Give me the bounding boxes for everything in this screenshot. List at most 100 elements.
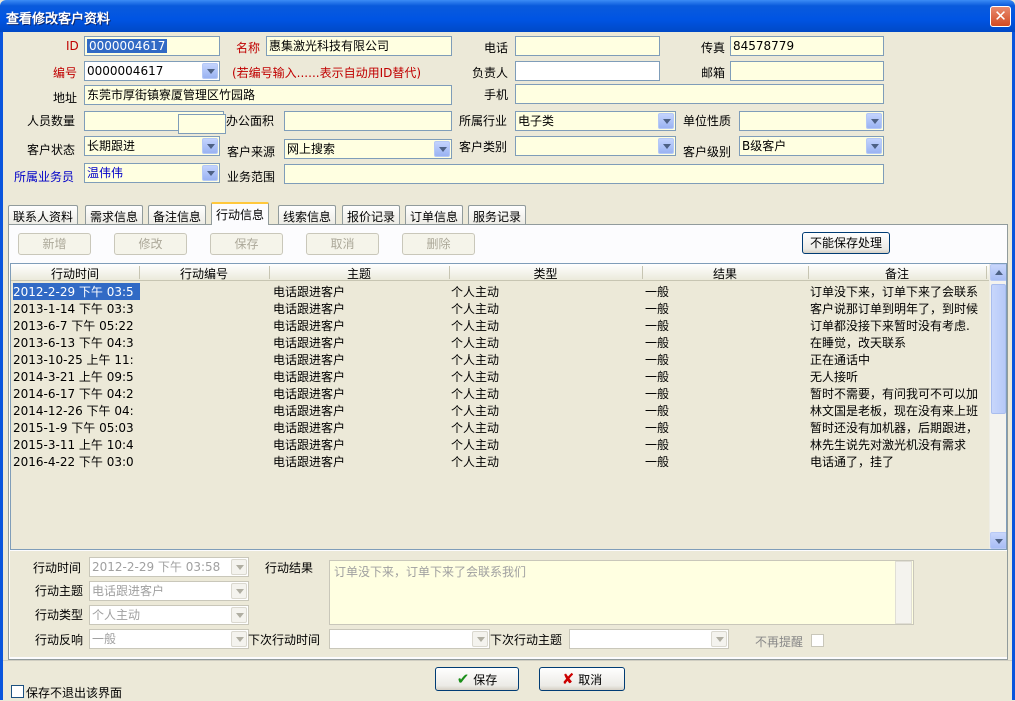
owner-field[interactable] (515, 61, 660, 81)
unit-type-select[interactable] (739, 111, 884, 131)
table-row[interactable]: 2012-2-29 下午 03:5 电话跟进客户 个人主动 一般 订单没下来，订单下来了… (11, 282, 989, 300)
email-label: 邮箱 (701, 66, 726, 80)
table-cell: 2013-6-13 下午 04:3 (13, 336, 134, 350)
chevron-down-icon[interactable] (231, 559, 247, 575)
id-field[interactable]: 0000004617 (84, 36, 220, 56)
customer-status-select[interactable]: 长期跟进 (84, 136, 220, 156)
action-table[interactable]: 行动时间 行动编号 主题 类型 结果 备注 2012-2-29 下午 03:5 电… (10, 263, 1007, 550)
chevron-down-icon[interactable] (202, 165, 218, 181)
col-topic[interactable]: 主题 (269, 265, 449, 282)
chevron-down-icon[interactable] (658, 138, 674, 154)
email-field[interactable] (730, 61, 884, 81)
scroll-down-icon[interactable] (990, 532, 1006, 549)
detail-result-textarea[interactable]: 订单没下来，订单下来了会联系我们 (329, 560, 914, 625)
table-row[interactable]: 2016-4-22 下午 03:0 电话跟进客户 个人主动 一般 电话通了，挂了 (11, 452, 989, 469)
business-scope-field[interactable] (284, 164, 884, 184)
detail-time-value: 2012-2-29 下午 03:58 (92, 560, 221, 574)
tab-orders[interactable]: 订单信息 (405, 205, 464, 224)
tab-contacts[interactable]: 联系人资料 (8, 205, 79, 224)
chevron-down-icon[interactable] (866, 138, 882, 154)
staff-count-spin[interactable] (178, 114, 226, 134)
col-action-time[interactable]: 行动时间 (11, 265, 139, 282)
chevron-down-icon[interactable] (658, 113, 674, 129)
col-action-number[interactable]: 行动编号 (139, 265, 269, 282)
table-row[interactable]: 2014-12-26 下午 04: 电话跟进客户 个人主动 一般 林文国是老板，现在没有… (11, 401, 989, 418)
table-header: 行动时间 行动编号 主题 类型 结果 备注 (11, 264, 989, 281)
title-bar[interactable] (0, 0, 1015, 32)
chevron-down-icon[interactable] (866, 113, 882, 129)
name-field[interactable]: 惠集激光科技有限公司 (266, 36, 452, 56)
table-row[interactable]: 2013-10-25 上午 11: 电话跟进客户 个人主动 一般 正在通话中 (11, 350, 989, 367)
edit-button[interactable]: 修改 (114, 233, 187, 255)
stay-open-checkbox[interactable] (11, 685, 24, 698)
scroll-thumb[interactable] (991, 284, 1006, 414)
cannot-save-button[interactable]: 不能保存处理 (802, 232, 890, 254)
fax-field[interactable]: 84578779 (730, 36, 884, 56)
col-type[interactable]: 类型 (449, 265, 642, 282)
col-result[interactable]: 结果 (642, 265, 808, 282)
table-cell: 客户说那订单到明年了，到时候 (810, 302, 979, 316)
detail-time-label: 行动时间 (33, 561, 82, 575)
tab-notes[interactable]: 备注信息 (148, 205, 207, 224)
col-remark[interactable]: 备注 (808, 265, 986, 282)
detail-result-scrollbar[interactable] (895, 561, 912, 624)
chevron-down-icon[interactable] (202, 63, 218, 79)
address-field[interactable]: 东莞市厚街镇寮厦管理区竹园路 (84, 85, 452, 105)
chevron-down-icon[interactable] (231, 583, 247, 599)
industry-select[interactable]: 电子类 (515, 111, 676, 131)
table-row[interactable]: 2014-6-17 下午 04:2 电话跟进客户 个人主动 一般 暂时不需要，有问我可不… (11, 384, 989, 401)
stay-open-label: 保存不退出该界面 (26, 686, 123, 700)
tab-quotes[interactable]: 报价记录 (342, 205, 401, 224)
table-row[interactable]: 2013-1-14 下午 03:3 电话跟进客户 个人主动 一般 客户说那订单到明年了，… (11, 299, 989, 316)
salesman-select[interactable]: 温伟伟 (84, 163, 220, 183)
delete-button[interactable]: 删除 (402, 233, 475, 255)
table-cell: 一般 (645, 455, 670, 469)
chevron-down-icon[interactable] (231, 607, 247, 623)
cancel-button[interactable]: 取消 (306, 233, 379, 255)
table-cell: 一般 (645, 302, 670, 316)
chevron-down-icon[interactable] (231, 631, 247, 647)
detail-time-select[interactable]: 2012-2-29 下午 03:58 (89, 557, 249, 577)
customer-status-label: 客户状态 (27, 143, 76, 157)
code-select[interactable]: 0000004617 (84, 61, 220, 81)
detail-type-select[interactable]: 个人主动 (89, 605, 249, 625)
next-action-topic-select[interactable] (569, 629, 729, 649)
tab-actions[interactable]: 行动信息 (211, 202, 270, 225)
table-scrollbar[interactable] (989, 264, 1006, 549)
chevron-down-icon[interactable] (434, 141, 450, 157)
detail-result-label: 行动结果 (265, 561, 314, 575)
table-cell: 电话跟进客户 (273, 302, 346, 316)
salesman-label: 所属业务员 (14, 170, 75, 184)
table-row[interactable]: 2015-3-11 上午 10:4 电话跟进客户 个人主动 一般 林先生说先对激光机没有… (11, 435, 989, 452)
phone-field[interactable] (515, 36, 660, 56)
scroll-up-icon[interactable] (990, 264, 1006, 281)
chevron-down-icon[interactable] (711, 631, 727, 647)
no-remind-checkbox[interactable] (811, 634, 824, 647)
save-button[interactable]: 保存 (210, 233, 283, 255)
chevron-down-icon[interactable] (472, 631, 488, 647)
table-cell: 一般 (645, 336, 670, 350)
tab-leads[interactable]: 线索信息 (278, 205, 337, 224)
next-action-time-select[interactable] (329, 629, 490, 649)
customer-source-select[interactable]: 网上搜索 (284, 139, 452, 159)
checkmark-icon: ✔ (456, 670, 470, 688)
detail-topic-select[interactable]: 电话跟进客户 (89, 581, 249, 601)
table-row[interactable]: 2013-6-13 下午 04:3 电话跟进客户 个人主动 一般 在睡觉，改天联系 (11, 333, 989, 350)
mobile-field[interactable] (515, 84, 884, 104)
table-row[interactable]: 2015-1-9 下午 05:03 电话跟进客户 个人主动 一般 暂时还没有加机器，后期… (11, 418, 989, 435)
table-row[interactable]: 2013-6-7 下午 05:22 电话跟进客户 个人主动 一般 订单都没接下来暂时没有… (11, 316, 989, 333)
footer-cancel-button[interactable]: ✘ 取消 (539, 667, 625, 691)
chevron-down-icon[interactable] (202, 138, 218, 154)
customer-category-select[interactable] (515, 136, 676, 156)
customer-level-select[interactable]: B级客户 (739, 136, 884, 156)
close-button[interactable]: ✕ (990, 6, 1011, 27)
tab-service[interactable]: 服务记录 (468, 205, 527, 224)
add-button[interactable]: 新增 (18, 233, 91, 255)
table-row[interactable]: 2014-3-21 上午 09:5 电话跟进客户 个人主动 一般 无人接听 (11, 367, 989, 384)
office-area-field[interactable] (284, 111, 452, 131)
table-cell: 无人接听 (810, 370, 859, 384)
table-cell: 2014-3-21 上午 09:5 (13, 370, 134, 384)
footer-save-button[interactable]: ✔ 保存 (435, 667, 519, 691)
tab-requirements[interactable]: 需求信息 (85, 205, 144, 224)
detail-response-select[interactable]: 一般 (89, 629, 249, 649)
